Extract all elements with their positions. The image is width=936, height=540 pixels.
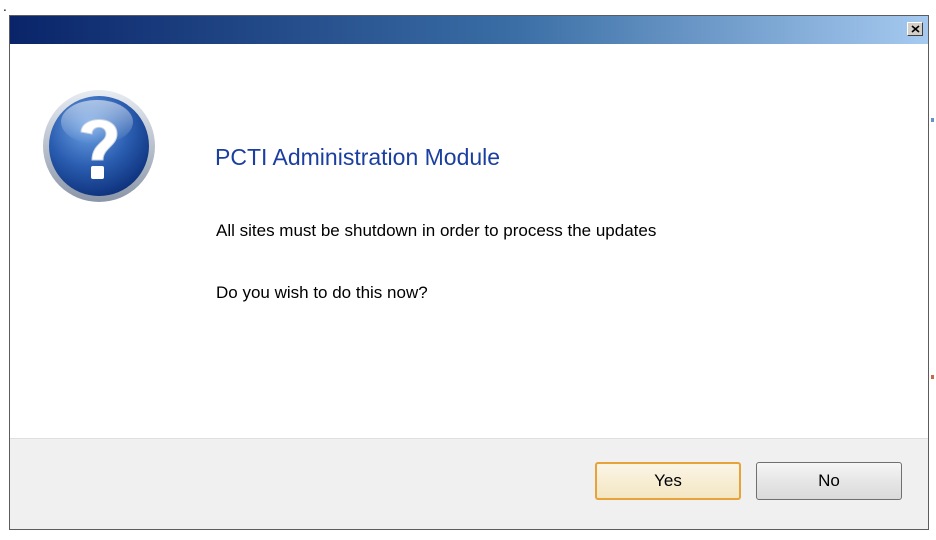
yes-button[interactable]: Yes [595,462,741,500]
question-icon [43,90,155,202]
stray-period-text: . [3,0,7,14]
dialog-button-bar: Yes No [10,438,928,529]
close-button[interactable] [907,22,923,36]
dialog-message: All sites must be shutdown in order to p… [216,221,657,240]
dialog-heading: PCTI Administration Module [215,144,501,170]
dialog-titlebar [10,16,928,44]
dialog-question: Do you wish to do this now? [216,283,428,302]
no-button[interactable]: No [756,462,902,500]
background-window-edge [931,375,934,379]
close-icon [910,25,920,33]
background-window-edge [931,118,934,122]
confirm-dialog: PCTI Administration Module All sites mus… [9,15,929,530]
dialog-content: PCTI Administration Module All sites mus… [10,44,928,438]
